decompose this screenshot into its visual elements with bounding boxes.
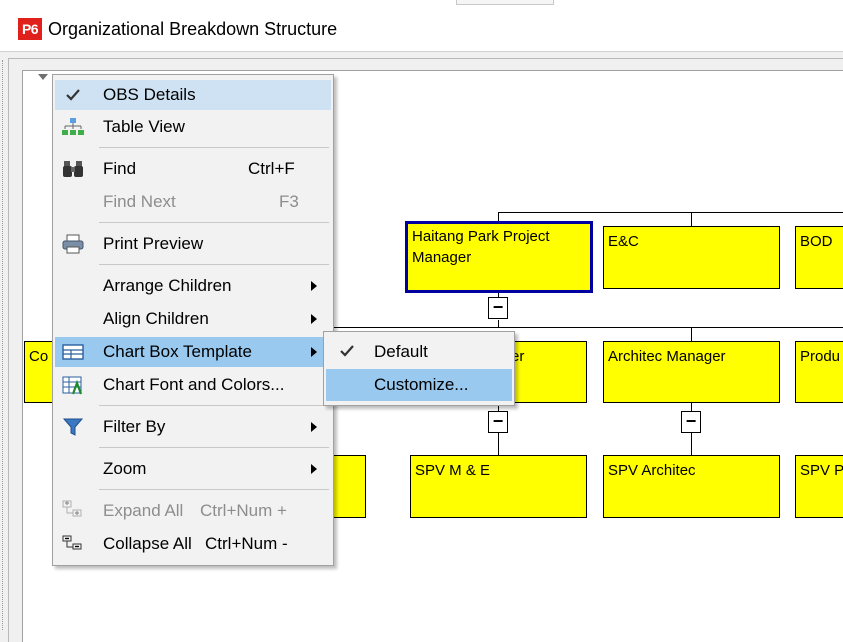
menu-item-label: Find — [103, 159, 137, 178]
menu-item-label: Chart Font and Colors... — [103, 375, 285, 394]
menu-separator — [99, 222, 329, 223]
connector-line — [498, 212, 843, 213]
window-title: Organizational Breakdown Structure — [48, 19, 338, 39]
submenu-arrow-icon — [311, 281, 317, 291]
obs-node-label: BOD — [800, 233, 833, 250]
obs-node[interactable]: SPV M & E — [410, 455, 587, 518]
submenu-arrow-icon — [311, 464, 317, 474]
obs-node-label: Architec Manager — [608, 348, 726, 365]
submenu-arrow-icon — [311, 314, 317, 324]
collapse-toggle[interactable]: − — [681, 411, 701, 433]
obs-node-label: SPV P — [800, 462, 843, 479]
collapse-toggle[interactable]: − — [488, 411, 508, 433]
p6-logo-icon: P6 — [18, 18, 42, 40]
submenu-arrow-icon — [311, 347, 317, 357]
menu-item-label: Chart Box Template — [103, 342, 252, 361]
menu-item-shortcut: Ctrl+F — [248, 159, 295, 178]
menu-item-chart-font-colors[interactable]: Chart Font and Colors... — [55, 370, 331, 400]
connector-line — [691, 212, 692, 226]
submenu-item-default[interactable]: Default — [326, 336, 512, 368]
menu-item-label: Arrange Children — [103, 276, 232, 295]
submenu-arrow-icon — [311, 422, 317, 432]
obs-node-label: Produ — [800, 348, 841, 365]
connector-line — [691, 403, 692, 411]
menu-item-label: Table View — [103, 117, 185, 136]
collapse-toggle[interactable]: − — [488, 297, 508, 319]
binoculars-icon — [61, 158, 85, 180]
obs-node-label: Haitang Park Project Manager — [412, 228, 550, 266]
obs-node[interactable]: Haitang Park Project Manager — [405, 221, 593, 293]
menu-item-shortcut: Ctrl+Num - — [205, 534, 288, 553]
obs-node[interactable]: Architec Manager — [603, 341, 780, 403]
menu-item-obs-details[interactable]: OBS Details — [55, 80, 331, 110]
context-menu: OBS Details Table View Find Ctrl+F Find … — [52, 74, 334, 566]
menu-item-find[interactable]: Find Ctrl+F — [55, 154, 331, 184]
menu-item-align-children[interactable]: Align Children — [55, 304, 331, 334]
menu-item-zoom[interactable]: Zoom — [55, 454, 331, 484]
obs-node-label: SPV Architec — [608, 462, 696, 479]
check-icon — [61, 84, 85, 106]
menu-separator — [99, 264, 329, 265]
obs-node[interactable]: E&C — [603, 226, 780, 289]
expand-all-icon — [61, 500, 85, 522]
connector-line — [691, 327, 692, 341]
menu-separator — [99, 147, 329, 148]
title-bar: P6 Organizational Breakdown Structure — [0, 6, 843, 52]
filter-icon — [61, 416, 85, 438]
menu-item-label: Expand All — [103, 501, 184, 520]
menu-item-collapse-all[interactable]: Collapse All Ctrl+Num - — [55, 529, 331, 559]
splitter-handle[interactable] — [2, 60, 5, 630]
menu-item-shortcut: Ctrl+Num + — [200, 501, 287, 520]
submenu-item-label: Customize... — [374, 375, 469, 394]
menu-item-arrange-children[interactable]: Arrange Children — [55, 271, 331, 301]
hierarchy-icon — [61, 116, 85, 138]
menu-item-filter-by[interactable]: Filter By — [55, 412, 331, 442]
menu-separator — [99, 405, 329, 406]
submenu-item-customize[interactable]: Customize... — [326, 369, 512, 401]
menu-item-shortcut: F3 — [279, 192, 299, 211]
menu-separator — [99, 489, 329, 490]
obs-node-label: er — [511, 348, 525, 365]
menu-item-label: Filter By — [103, 417, 166, 436]
menu-item-chart-box-template[interactable]: Chart Box Template — [55, 337, 331, 367]
menu-item-label: Find Next — [103, 192, 176, 211]
chart-box-template-submenu: Default Customize... — [323, 331, 515, 406]
menu-item-label: Collapse All — [103, 534, 192, 553]
menu-item-label: Print Preview — [103, 234, 204, 253]
menu-separator — [99, 447, 329, 448]
collapse-all-icon — [61, 533, 85, 555]
menu-item-print-preview[interactable]: Print Preview — [55, 229, 331, 259]
printer-icon — [61, 233, 85, 255]
obs-node[interactable]: SPV P — [795, 455, 843, 518]
menu-item-label: OBS Details — [103, 85, 196, 104]
menu-item-expand-all[interactable]: Expand All Ctrl+Num + — [55, 496, 331, 526]
connector-line — [330, 327, 843, 328]
menu-item-table-view[interactable]: Table View — [55, 112, 331, 142]
font-colors-icon — [61, 374, 85, 396]
obs-node-label: SPV M & E — [415, 462, 491, 479]
menu-item-label: Align Children — [103, 309, 209, 328]
connector-line — [498, 433, 499, 455]
obs-node[interactable]: Produ — [795, 341, 843, 403]
menu-item-label: Zoom — [103, 459, 147, 478]
menu-item-find-next[interactable]: Find Next F3 — [55, 187, 331, 217]
background-tab — [456, 0, 554, 5]
box-template-icon — [61, 341, 85, 363]
submenu-item-label: Default — [374, 342, 428, 361]
obs-node[interactable]: BOD — [795, 226, 843, 289]
obs-node[interactable]: SPV Architec — [603, 455, 780, 518]
connector-line — [691, 433, 692, 455]
chevron-down-icon[interactable] — [38, 74, 48, 80]
obs-node-label: E&C — [608, 233, 639, 250]
check-icon — [336, 341, 358, 366]
